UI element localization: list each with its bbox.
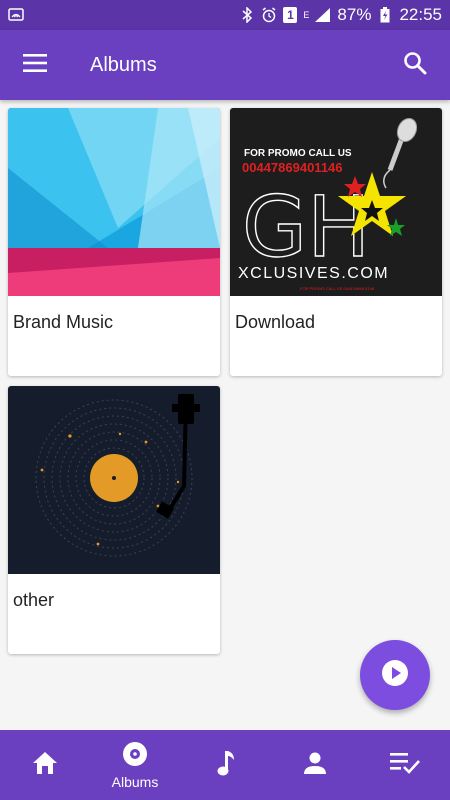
nav-item-artists[interactable] [270, 730, 360, 800]
album-title: other [13, 590, 55, 610]
album-art-promo: FOR PROMO CALL US 00447869401146 GH XCLU… [230, 108, 442, 296]
play-icon [381, 659, 409, 692]
search-button[interactable] [380, 30, 450, 100]
music-note-icon [215, 749, 235, 782]
status-bar: 1 E 87% 22:55 [0, 0, 450, 30]
clock: 22:55 [399, 5, 442, 24]
alarm-icon [261, 7, 277, 23]
site-text: XCLUSIVES.COM [238, 265, 389, 282]
network-type: E [303, 9, 310, 20]
small-promo-text: FOR PROMO CALL US 00447869401146 [300, 286, 375, 291]
nav-label-albums: Albums [111, 773, 159, 790]
notification-badge: 1 [283, 7, 298, 23]
album-card-other[interactable]: other [8, 386, 220, 654]
promo-phone: 00447869401146 [242, 160, 343, 175]
nav-item-playlists[interactable] [360, 730, 450, 800]
album-card-download[interactable]: FOR PROMO CALL US 00447869401146 GH XCLU… [230, 108, 442, 376]
person-icon [303, 751, 327, 780]
album-title: Brand Music [13, 312, 114, 332]
play-fab-button[interactable] [360, 640, 430, 710]
page-title: Albums [90, 53, 157, 76]
battery-percentage: 87% [337, 5, 372, 24]
nav-item-albums[interactable]: Albums [90, 730, 180, 800]
menu-button[interactable] [0, 30, 70, 100]
bluetooth-icon [239, 7, 255, 23]
hamburger-menu-icon [23, 53, 47, 77]
home-icon [31, 750, 59, 781]
app-bar: Albums [0, 30, 450, 100]
album-card-brand-music[interactable]: Brand Music [8, 108, 220, 376]
album-icon [122, 741, 148, 772]
nav-item-home[interactable] [0, 730, 90, 800]
album-art-vinyl [8, 386, 220, 574]
battery-charging-icon [377, 7, 393, 23]
screen-mirroring-icon [8, 7, 24, 23]
bottom-navigation: Albums [0, 730, 450, 800]
playlist-check-icon [390, 752, 420, 779]
album-title: Download [235, 312, 316, 332]
promo-text: FOR PROMO CALL US [244, 148, 352, 159]
nav-item-songs[interactable] [180, 730, 270, 800]
signal-icon [315, 7, 331, 23]
album-art-abstract [8, 108, 220, 296]
search-icon [403, 51, 427, 80]
